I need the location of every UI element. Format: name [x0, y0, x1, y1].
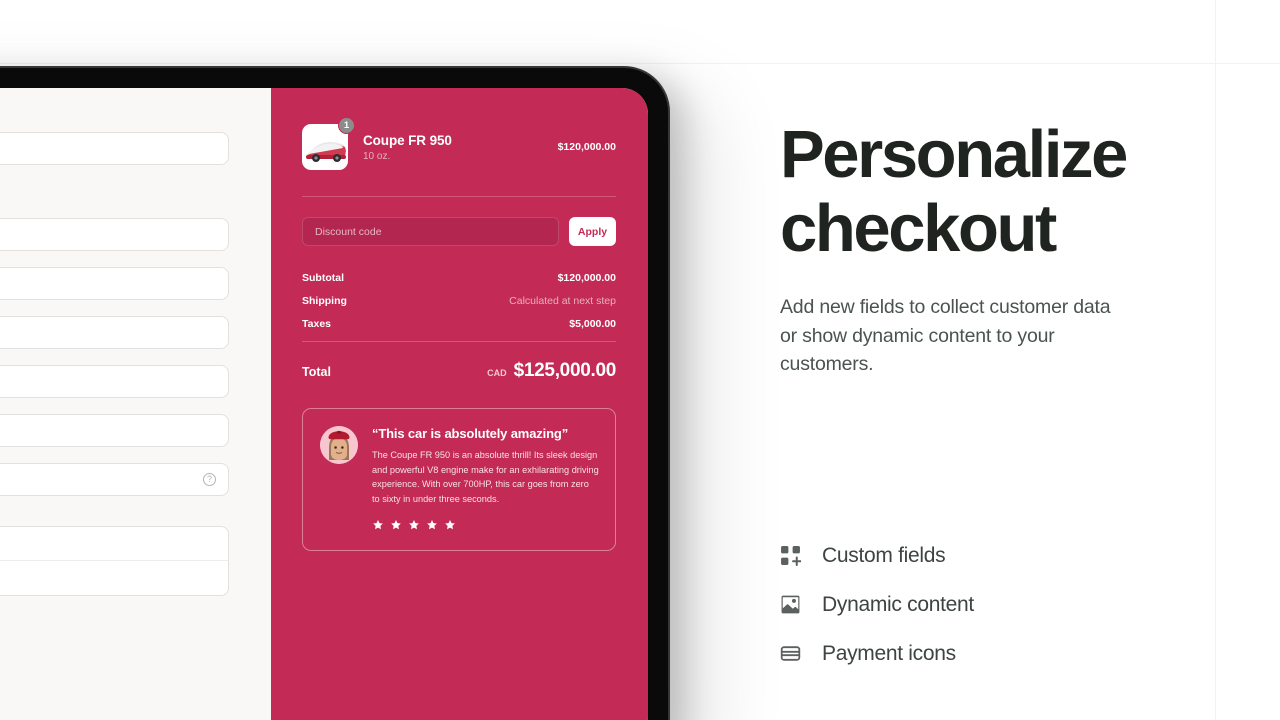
tablet-screen: exclusive offers Last name Province Albe… [0, 88, 648, 720]
apartment-field[interactable] [0, 316, 229, 349]
discount-code-row: Discount code Apply [302, 217, 616, 246]
order-line-item: 1 Coupe FR 950 10 oz. $120,000.00 [302, 117, 616, 170]
feature-item-dynamic-content: Dynamic content [780, 580, 1210, 629]
phone-field[interactable]: ? [0, 463, 229, 496]
product-variant: 10 oz. [363, 150, 391, 162]
marketing-consent-label: exclusive offers [0, 174, 229, 188]
dynamic-content-icon [781, 595, 800, 614]
product-thumbnail-wrap: 1 [302, 117, 355, 170]
testimonial-text: The Coupe FR 950 is an absolute thrill! … [372, 450, 599, 504]
tablet-device: exclusive offers Last name Province Albe… [0, 63, 673, 720]
taxes-label: Taxes [302, 318, 331, 330]
feature-item-payment-icons: Payment icons [780, 629, 1210, 678]
grand-total-row: Total CAD $125,000.00 [302, 360, 616, 382]
grand-total-label: Total [302, 365, 331, 379]
payment-card-icon [780, 646, 801, 661]
payment-row-alternate[interactable] [0, 561, 228, 595]
grand-total-amount-group: CAD $125,000.00 [487, 360, 616, 382]
order-summary-panel: 1 Coupe FR 950 10 oz. $120,000.00 Discou… [271, 88, 648, 720]
postal-code-field[interactable]: Postal code [0, 414, 229, 447]
star-filled-icon [373, 520, 383, 530]
currency-code: CAD [487, 368, 507, 378]
feature-list: Custom fields Dynamic content Payment ic… [780, 531, 1210, 678]
grand-total-value: $125,000.00 [513, 360, 617, 381]
guide-line-vertical [1215, 0, 1216, 720]
taxes-value: $5,000.00 [569, 318, 616, 330]
page-title: Personalize checkout [780, 117, 1128, 267]
shipping-value: Calculated at next step [509, 295, 616, 307]
last-name-field[interactable]: Last name [0, 218, 229, 251]
payment-row-card[interactable] [0, 527, 228, 561]
marketing-subcopy: Add new fields to collect customer data … [780, 295, 1111, 376]
subtotal-value: $120,000.00 [557, 272, 616, 284]
email-field[interactable] [0, 132, 229, 165]
feature-item-custom-fields: Custom fields [780, 531, 1210, 580]
total-row-taxes: Taxes $5,000.00 [302, 318, 616, 330]
city-field[interactable] [0, 365, 229, 398]
discount-code-input[interactable]: Discount code [302, 217, 559, 246]
product-price: $120,000.00 [557, 141, 616, 153]
testimonial-body: “This car is absolutely amazing” The Cou… [372, 426, 599, 531]
subtotal-label: Subtotal [302, 272, 344, 284]
summary-divider-top [302, 196, 616, 197]
product-title: Coupe FR 950 [363, 132, 452, 148]
line-item-text: Coupe FR 950 10 oz. [363, 133, 543, 162]
star-rating [372, 519, 599, 531]
feature-label: Dynamic content [822, 592, 974, 616]
feature-label: Payment icons [822, 641, 956, 665]
testimonial-card: “This car is absolutely amazing” The Cou… [302, 408, 616, 552]
star-filled-icon [445, 520, 455, 530]
apply-discount-button[interactable]: Apply [569, 217, 616, 246]
testimonial-quote: “This car is absolutely amazing” [372, 426, 569, 441]
marketing-copy: Personalize checkout Add new fields to c… [780, 117, 1210, 379]
address-field[interactable] [0, 267, 229, 300]
order-totals: Subtotal $120,000.00 Shipping Calculated… [302, 272, 616, 382]
custom-fields-icon [781, 546, 801, 566]
summary-divider-total [302, 341, 616, 342]
total-row-shipping: Shipping Calculated at next step [302, 295, 616, 307]
star-filled-icon [391, 520, 401, 530]
avatar-memoji-image [320, 426, 358, 464]
checkout-form-panel: exclusive offers Last name Province Albe… [0, 88, 271, 720]
feature-label: Custom fields [822, 543, 946, 567]
payment-method-group [0, 526, 229, 596]
guide-line-horizontal [0, 63, 1280, 64]
star-filled-icon [427, 520, 437, 530]
star-filled-icon [409, 520, 419, 530]
marketing-composition: exclusive offers Last name Province Albe… [0, 0, 1280, 720]
total-row-subtotal: Subtotal $120,000.00 [302, 272, 616, 284]
shipping-label: Shipping [302, 295, 347, 307]
avatar [320, 426, 358, 464]
help-icon[interactable]: ? [203, 473, 216, 486]
quantity-badge: 1 [338, 117, 355, 134]
